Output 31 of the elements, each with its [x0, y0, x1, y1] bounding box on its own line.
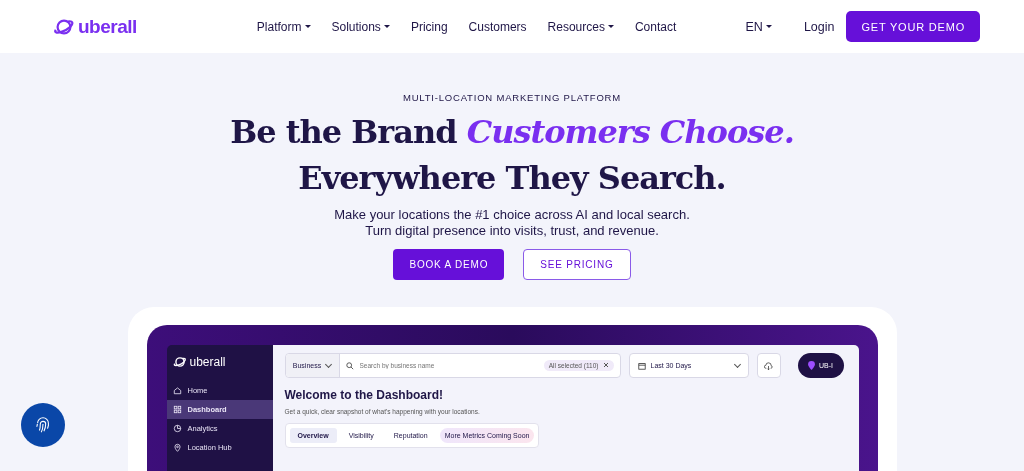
fingerprint-button[interactable]: [21, 403, 65, 447]
pie-chart-icon: [172, 424, 182, 433]
nav-link[interactable]: Resources: [547, 19, 614, 34]
planet-logo-icon: [172, 355, 187, 369]
caret-icon: [765, 25, 772, 28]
get-demo-button[interactable]: GET YOUR DEMO: [846, 11, 980, 42]
nav-link[interactable]: Pricing: [410, 19, 448, 34]
fingerprint-icon: [34, 416, 52, 434]
headline: Everywhere They Search.: [298, 158, 726, 199]
home-icon: [172, 386, 182, 395]
subtitle-line: Turn digital presence into visits, trust, and revenue.: [364, 223, 660, 239]
brand-name: uberall: [189, 355, 226, 369]
grid-icon: [172, 405, 182, 414]
pricing-button[interactable]: SEE PRICING: [523, 249, 631, 280]
pin-icon: [172, 443, 182, 452]
nav-link[interactable]: Solutions: [331, 19, 390, 34]
nav-link[interactable]: Platform: [256, 19, 311, 34]
language-selector[interactable]: EN: [745, 19, 772, 34]
book-demo-button[interactable]: BOOK A DEMO: [393, 249, 505, 280]
nav-link[interactable]: Customers: [468, 19, 527, 34]
login-link[interactable]: Login: [803, 19, 835, 34]
eyebrow-text: MULTI-LOCATION MARKETING PLATFORM: [403, 92, 621, 103]
calendar-icon: [637, 361, 646, 370]
headline: Be the Brand Customers Choose.: [230, 112, 794, 153]
brand-name: uberall: [78, 15, 137, 38]
download-button[interactable]: [756, 353, 781, 378]
subtitle-line: Make your locations the #1 choice across AI and local search.: [334, 207, 690, 223]
dashboard-title: Welcome to the Dashboard!: [284, 388, 444, 402]
pin-icon: [808, 361, 815, 370]
cloud-download-icon: [764, 361, 773, 370]
nav-link[interactable]: Contact: [634, 19, 677, 34]
